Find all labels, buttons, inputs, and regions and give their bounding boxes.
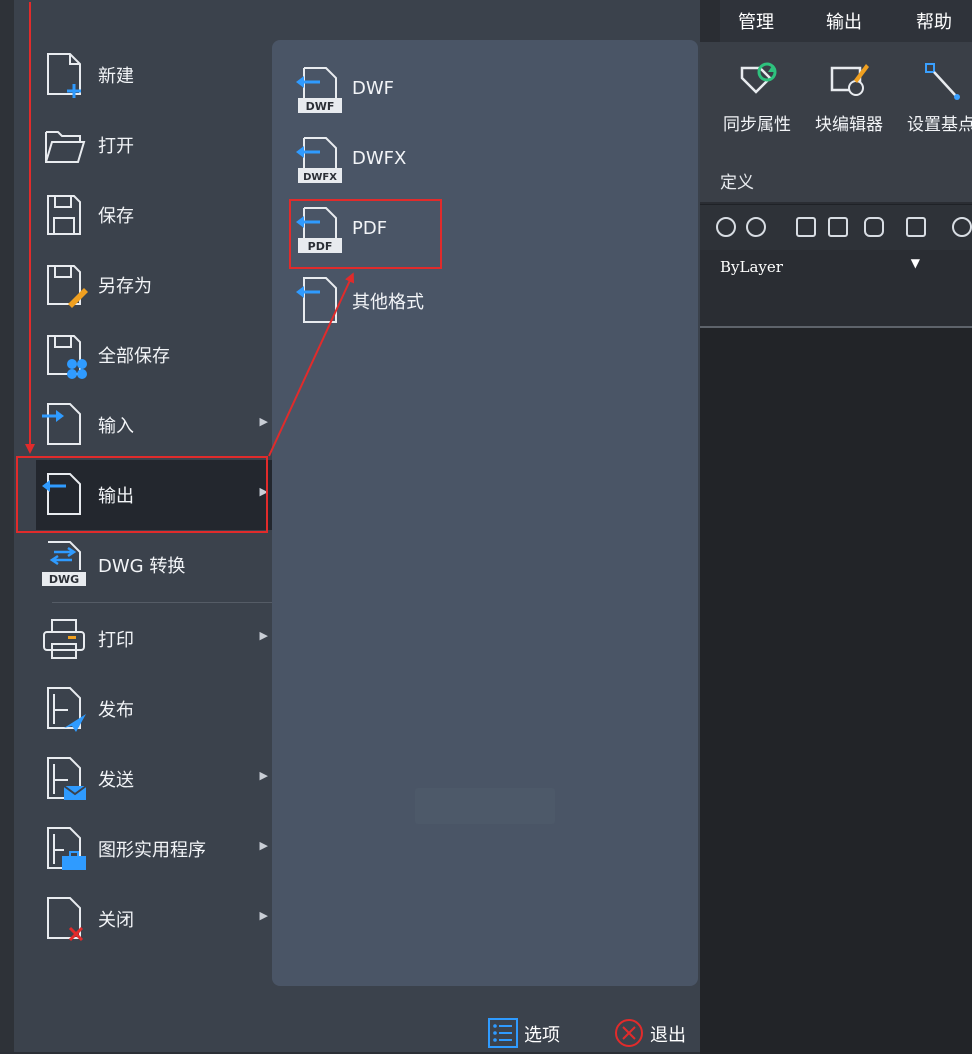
submenu-arrow-icon: ▶ (259, 839, 268, 852)
zoom-icon[interactable] (716, 217, 736, 237)
dwf-badge: DWF (306, 100, 335, 113)
close-file-icon (47, 897, 84, 942)
set-basepoint-button[interactable]: 设置基点 (898, 58, 972, 135)
ribbon-group-label: 定义 (720, 173, 754, 193)
options-button[interactable]: 选项 (488, 1016, 578, 1050)
block-editor-icon (830, 64, 869, 96)
sync-attributes-icon (740, 62, 777, 94)
menu-item-label: 图形实用程序 (98, 840, 206, 861)
calculator-icon[interactable] (906, 217, 926, 237)
menu-item-save-as[interactable]: 另存为 (36, 250, 276, 320)
properties-toolbar (700, 204, 972, 251)
exit-label: 退出 (650, 1025, 686, 1046)
ribbon-tab-manage[interactable]: 管理 (738, 8, 774, 34)
chevron-down-icon: ▼ (910, 256, 920, 270)
linetype-dropdown[interactable]: ByLayer ▼ (720, 256, 930, 278)
send-icon (47, 757, 87, 800)
submenu-arrow-icon: ▶ (259, 629, 268, 642)
import-icon (42, 403, 81, 445)
submenu-item-label: DWF (352, 78, 395, 99)
save-icon (47, 195, 81, 235)
menu-item-drawing-utilities[interactable]: 图形实用程序 ▶ (36, 814, 276, 884)
exit-icon (615, 1019, 643, 1047)
exit-button[interactable]: 退出 (614, 1016, 704, 1050)
set-basepoint-label: 设置基点 (907, 115, 972, 135)
copy-layer-icon[interactable] (828, 217, 848, 237)
menu-item-open[interactable]: 打开 (36, 110, 276, 180)
annotation-box-export (16, 456, 268, 533)
menu-item-save[interactable]: 保存 (36, 180, 276, 250)
options-list-icon (488, 1018, 518, 1048)
menu-item-import[interactable]: 输入 ▶ (36, 390, 276, 460)
ribbon-tab-bar: 管理 输出 帮助 (720, 0, 972, 42)
save-as-icon (47, 265, 88, 308)
new-file-icon (47, 53, 81, 98)
export-submenu: DWF DWF DWFX DWFX PDF PDF 其他格式 (272, 40, 698, 986)
annotation-box-pdf (289, 199, 442, 269)
menu-item-label: 另存为 (98, 276, 152, 297)
save-all-icon (47, 335, 87, 379)
submenu-arrow-icon: ▶ (259, 415, 268, 428)
linetype-value: ByLayer (720, 258, 783, 276)
menu-item-dwg-convert[interactable]: DWG DWG 转换 (36, 530, 276, 600)
empty-placeholder (415, 788, 555, 824)
open-folder-icon (45, 131, 86, 163)
submenu-arrow-icon: ▶ (259, 909, 268, 922)
menu-item-label: 保存 (98, 206, 134, 227)
left-toolbar-strip (0, 0, 14, 1052)
export-other-icon (296, 277, 337, 323)
menu-item-publish[interactable]: 发布 (36, 674, 276, 744)
submenu-item-label: 其他格式 (352, 292, 424, 313)
sync-attributes-button[interactable]: 同步属性 (714, 58, 800, 135)
menu-item-print[interactable]: 打印 ▶ (36, 604, 276, 674)
tool-palette-icon[interactable] (864, 217, 884, 237)
menu-item-label: 关闭 (98, 910, 134, 931)
menu-item-label: 输入 (98, 416, 134, 437)
block-editor-label: 块编辑器 (815, 115, 883, 135)
submenu-item-other-formats[interactable]: 其他格式 (292, 270, 432, 330)
svg-text:DWG: DWG (49, 573, 79, 586)
dwfx-badge: DWFX (303, 172, 337, 183)
dwg-convert-icon: DWG (42, 541, 86, 586)
submenu-item-dwfx[interactable]: DWFX DWFX (292, 130, 432, 190)
menu-item-label: 发送 (98, 770, 134, 791)
drawing-utilities-icon (47, 827, 86, 870)
block-editor-button[interactable]: 块编辑器 (806, 58, 892, 135)
menu-item-label: 发布 (98, 700, 134, 721)
menu-item-send[interactable]: 发送 ▶ (36, 744, 276, 814)
submenu-arrow-icon: ▶ (259, 769, 268, 782)
menu-item-label: 新建 (98, 66, 134, 87)
menu-item-label: 全部保存 (98, 346, 170, 367)
submenu-item-label: DWFX (352, 148, 407, 169)
set-basepoint-icon (925, 63, 960, 100)
publish-icon (47, 687, 86, 732)
print-icon (43, 619, 85, 659)
help-icon[interactable] (952, 217, 972, 237)
sync-attributes-label: 同步属性 (723, 115, 791, 135)
options-label: 选项 (524, 1025, 560, 1046)
menu-item-close[interactable]: 关闭 ▶ (36, 884, 276, 954)
menu-item-label: DWG 转换 (98, 556, 186, 577)
menu-item-label: 打印 (98, 630, 134, 651)
submenu-item-dwf[interactable]: DWF DWF (292, 60, 432, 120)
match-properties-icon[interactable] (796, 217, 816, 237)
ribbon-tab-help[interactable]: 帮助 (916, 8, 952, 34)
menu-item-label: 打开 (98, 136, 134, 157)
menu-item-new[interactable]: 新建 (36, 40, 276, 110)
drawing-canvas[interactable] (700, 326, 972, 1054)
export-dwfx-icon: DWFX (296, 137, 342, 183)
ribbon-tab-output[interactable]: 输出 (826, 8, 862, 34)
menu-divider (52, 602, 274, 603)
export-dwf-icon: DWF (296, 67, 342, 113)
zoom-previous-icon[interactable] (746, 217, 766, 237)
menu-item-save-all[interactable]: 全部保存 (36, 320, 276, 390)
